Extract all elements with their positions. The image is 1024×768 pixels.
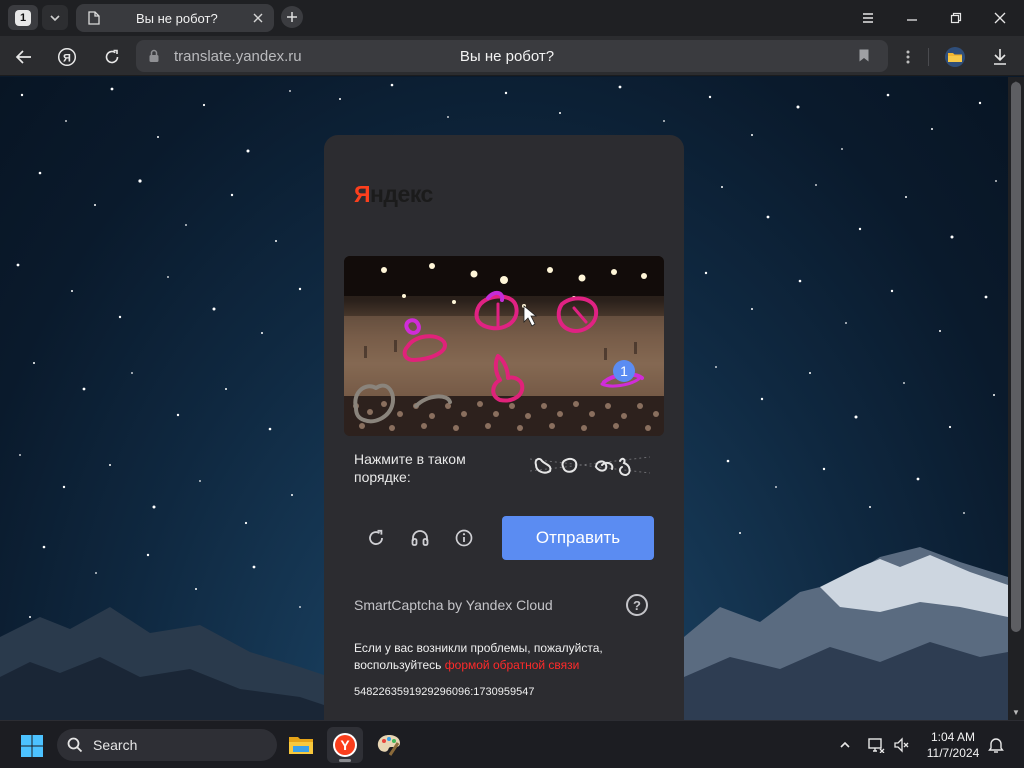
bookmark-icon[interactable] <box>858 48 870 63</box>
back-button[interactable] <box>13 46 35 68</box>
chevron-up-icon <box>840 741 850 748</box>
bell-icon <box>988 738 1004 753</box>
tab-bar: 1 Вы не робот? <box>0 0 1024 36</box>
shape-order-sample <box>530 456 650 477</box>
arrow-left-icon <box>15 50 31 64</box>
windows-start-icon[interactable] <box>20 734 44 758</box>
restore-button[interactable] <box>946 8 966 28</box>
search-label: Search <box>93 737 138 753</box>
more-vertical-icon <box>906 50 910 64</box>
logo-rest: ндекс <box>370 181 433 207</box>
audio-captcha-button[interactable] <box>407 525 433 551</box>
captcha-brand: SmartCaptcha by Yandex Cloud <box>354 597 553 613</box>
info-icon <box>455 529 473 547</box>
separator <box>928 48 929 66</box>
folder-icon <box>289 737 313 754</box>
chevron-down-icon <box>50 14 60 21</box>
info-button[interactable] <box>451 525 477 551</box>
paint-app[interactable] <box>371 727 407 763</box>
browser-menu-button[interactable] <box>858 8 878 28</box>
clock-time: 1:04 AM <box>930 730 976 744</box>
more-options-button[interactable] <box>897 46 919 68</box>
palette-icon <box>377 735 400 756</box>
tab-title: Вы не робот? <box>136 11 218 26</box>
submit-button[interactable]: Отправить <box>502 516 654 560</box>
feedback-form-link[interactable]: формой обратной связи <box>445 658 580 672</box>
headphones-icon <box>411 530 429 546</box>
reload-button[interactable] <box>101 46 123 68</box>
browser-tab[interactable]: Вы не робот? <box>76 4 274 32</box>
hamburger-menu-icon <box>863 13 873 23</box>
feedback-text: Если у вас возникли проблемы, пожалуйста… <box>354 640 654 674</box>
reload-icon <box>105 49 119 64</box>
tab-close-button[interactable] <box>250 10 266 26</box>
close-window-button[interactable] <box>990 8 1010 28</box>
yandex-button[interactable]: Я <box>56 46 78 68</box>
svg-text:Y: Y <box>340 737 350 753</box>
collections-button[interactable] <box>944 46 966 68</box>
refresh-captcha-button[interactable] <box>363 525 389 551</box>
taskbar-search[interactable]: Search <box>57 729 277 761</box>
captcha-image[interactable]: 1 <box>344 256 664 436</box>
yandex-browser-app[interactable]: Y <box>327 727 363 763</box>
svg-text:Я: Я <box>63 53 71 65</box>
page-title: Вы не робот? <box>459 48 555 65</box>
search-icon <box>67 737 83 753</box>
downloads-button[interactable] <box>989 46 1011 68</box>
notifications-button[interactable] <box>986 735 1006 755</box>
active-app-indicator <box>339 759 351 762</box>
system-clock[interactable]: 1:04 AM 11/7/2024 <box>918 729 988 761</box>
file-explorer-app[interactable] <box>283 727 319 763</box>
scrollbar-thumb[interactable] <box>1011 82 1021 632</box>
clock-date: 11/7/2024 <box>926 746 980 760</box>
click-order-marker: 1 <box>620 363 628 379</box>
new-tab-button[interactable] <box>281 6 303 28</box>
yandex-logo: Яндекс <box>354 181 433 208</box>
question-icon: ? <box>633 597 641 613</box>
folder-icon <box>945 47 965 67</box>
windows-taskbar: Search Y 1:04 AM 11/7/2024 <box>0 720 1024 768</box>
minimize-button[interactable] <box>902 8 922 28</box>
close-icon <box>253 13 263 23</box>
tab-list-dropdown[interactable] <box>42 5 68 30</box>
tab-counter-button[interactable]: 1 <box>8 5 38 30</box>
minimize-icon <box>907 19 917 21</box>
url-field[interactable]: translate.yandex.ru Вы не робот? <box>136 40 888 72</box>
concert-hall-picture: 1 <box>344 256 664 436</box>
restore-icon <box>950 12 962 24</box>
request-id: 5482263591929296096:1730959547 <box>354 686 535 698</box>
refresh-icon <box>369 529 383 545</box>
logo-first-letter: Я <box>354 181 371 207</box>
help-button[interactable]: ? <box>626 594 648 616</box>
volume-status[interactable] <box>892 735 912 755</box>
document-icon <box>88 11 100 25</box>
scroll-down-arrow[interactable]: ▼ <box>1008 706 1024 718</box>
speaker-muted-icon <box>894 737 909 753</box>
captcha-card: Яндекс 1 Нажмите в таком порядке: Отправ… <box>324 135 684 735</box>
yandex-logo-icon: Я <box>57 47 77 67</box>
instruction-text: Нажмите в таком порядке: <box>354 451 466 485</box>
address-bar: Я translate.yandex.ru Вы не робот? <box>0 36 1024 76</box>
download-icon <box>994 49 1006 65</box>
yandex-browser-icon: Y <box>333 733 357 757</box>
tab-count: 1 <box>15 9 31 26</box>
network-status[interactable] <box>866 735 886 755</box>
network-icon <box>868 738 885 753</box>
close-icon <box>994 12 1006 24</box>
show-hidden-icons-button[interactable] <box>835 735 855 755</box>
plus-icon <box>287 12 297 22</box>
